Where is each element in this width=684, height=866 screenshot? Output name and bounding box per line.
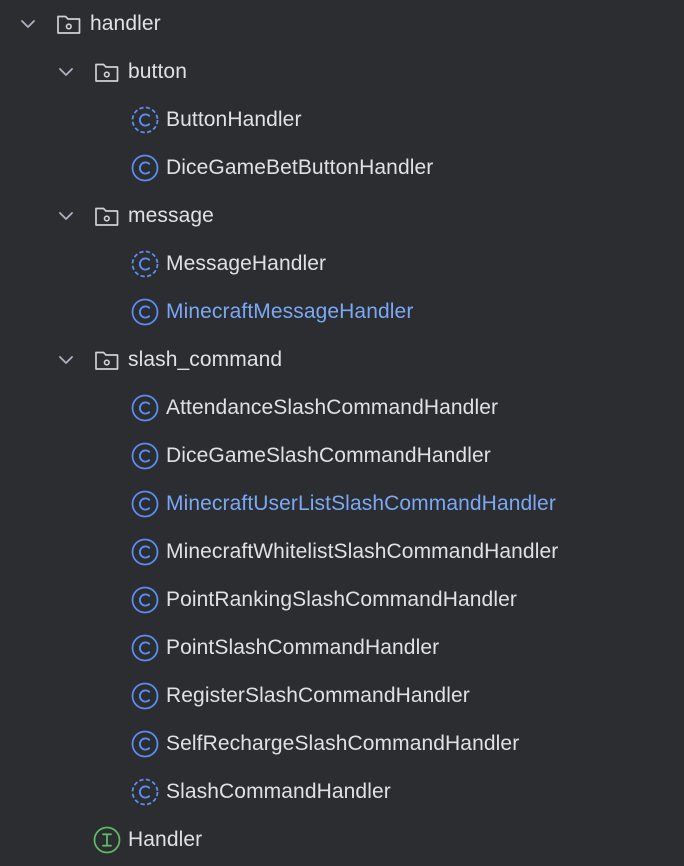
tree-node-label: slash_command (128, 348, 283, 371)
tree-node-handler[interactable]: handler (0, 0, 684, 48)
class-icon (130, 441, 160, 471)
tree-node-slashcommandhandler[interactable]: SlashCommandHandler (0, 768, 684, 816)
tree-node-minecraftuserlistslashcommandhandler[interactable]: MinecraftUserListSlashCommandHandler (0, 480, 684, 528)
tree-node-selfrechargeslashcommandhandler[interactable]: SelfRechargeSlashCommandHandler (0, 720, 684, 768)
class-icon (130, 393, 160, 423)
tree-node-pointrankingslashcommandhandler[interactable]: PointRankingSlashCommandHandler (0, 576, 684, 624)
abstract-class-icon (130, 105, 160, 135)
chevron-down-icon[interactable] (56, 62, 76, 82)
tree-node-label: handler (90, 12, 161, 35)
tree-node-label: DiceGameSlashCommandHandler (166, 444, 491, 467)
tree-node-label: MessageHandler (166, 252, 327, 275)
tree-node-label: AttendanceSlashCommandHandler (166, 396, 499, 419)
project-tree: handler button ButtonHandler DiceGameBet… (0, 0, 684, 866)
class-icon (130, 153, 160, 183)
chevron-down-icon[interactable] (18, 14, 38, 34)
abstract-class-icon (130, 777, 160, 807)
class-icon (130, 537, 160, 567)
tree-node-messagehandler[interactable]: MessageHandler (0, 240, 684, 288)
tree-node-label: PointRankingSlashCommandHandler (166, 588, 517, 611)
tree-node-label: MinecraftMessageHandler (166, 300, 414, 323)
class-icon (130, 729, 160, 759)
tree-node-slash-command[interactable]: slash_command (0, 336, 684, 384)
chevron-down-icon[interactable] (56, 350, 76, 370)
interface-icon (92, 825, 122, 855)
class-icon (130, 297, 160, 327)
tree-node-label: ButtonHandler (166, 108, 302, 131)
tree-node-button[interactable]: button (0, 48, 684, 96)
tree-node-attendanceslashcommandhandler[interactable]: AttendanceSlashCommandHandler (0, 384, 684, 432)
tree-node-label: RegisterSlashCommandHandler (166, 684, 470, 707)
abstract-class-icon (130, 249, 160, 279)
class-icon (130, 489, 160, 519)
tree-node-label: Handler (128, 828, 203, 851)
class-icon (130, 681, 160, 711)
tree-node-handler-interface[interactable]: Handler (0, 816, 684, 864)
tree-node-dicegameslashcommandhandler[interactable]: DiceGameSlashCommandHandler (0, 432, 684, 480)
tree-node-message[interactable]: message (0, 192, 684, 240)
class-icon (130, 585, 160, 615)
package-folder-icon (92, 345, 122, 375)
tree-node-pointslashcommandhandler[interactable]: PointSlashCommandHandler (0, 624, 684, 672)
tree-node-minecraftmessagehandler[interactable]: MinecraftMessageHandler (0, 288, 684, 336)
tree-node-label: MinecraftWhitelistSlashCommandHandler (166, 540, 559, 563)
tree-node-label: SelfRechargeSlashCommandHandler (166, 732, 520, 755)
tree-node-label: SlashCommandHandler (166, 780, 391, 803)
tree-node-label: button (128, 60, 187, 83)
tree-node-dicegamebetbuttonhandler[interactable]: DiceGameBetButtonHandler (0, 144, 684, 192)
package-folder-icon (54, 9, 84, 39)
package-folder-icon (92, 57, 122, 87)
tree-node-buttonhandler[interactable]: ButtonHandler (0, 96, 684, 144)
tree-node-label: message (128, 204, 214, 227)
tree-node-label: DiceGameBetButtonHandler (166, 156, 434, 179)
tree-node-minecraftwhitelistslashcommandhandler[interactable]: MinecraftWhitelistSlashCommandHandler (0, 528, 684, 576)
tree-node-label: MinecraftUserListSlashCommandHandler (166, 492, 556, 515)
tree-node-label: PointSlashCommandHandler (166, 636, 440, 659)
class-icon (130, 633, 160, 663)
tree-node-registerslashcommandhandler[interactable]: RegisterSlashCommandHandler (0, 672, 684, 720)
chevron-down-icon[interactable] (56, 206, 76, 226)
package-folder-icon (92, 201, 122, 231)
